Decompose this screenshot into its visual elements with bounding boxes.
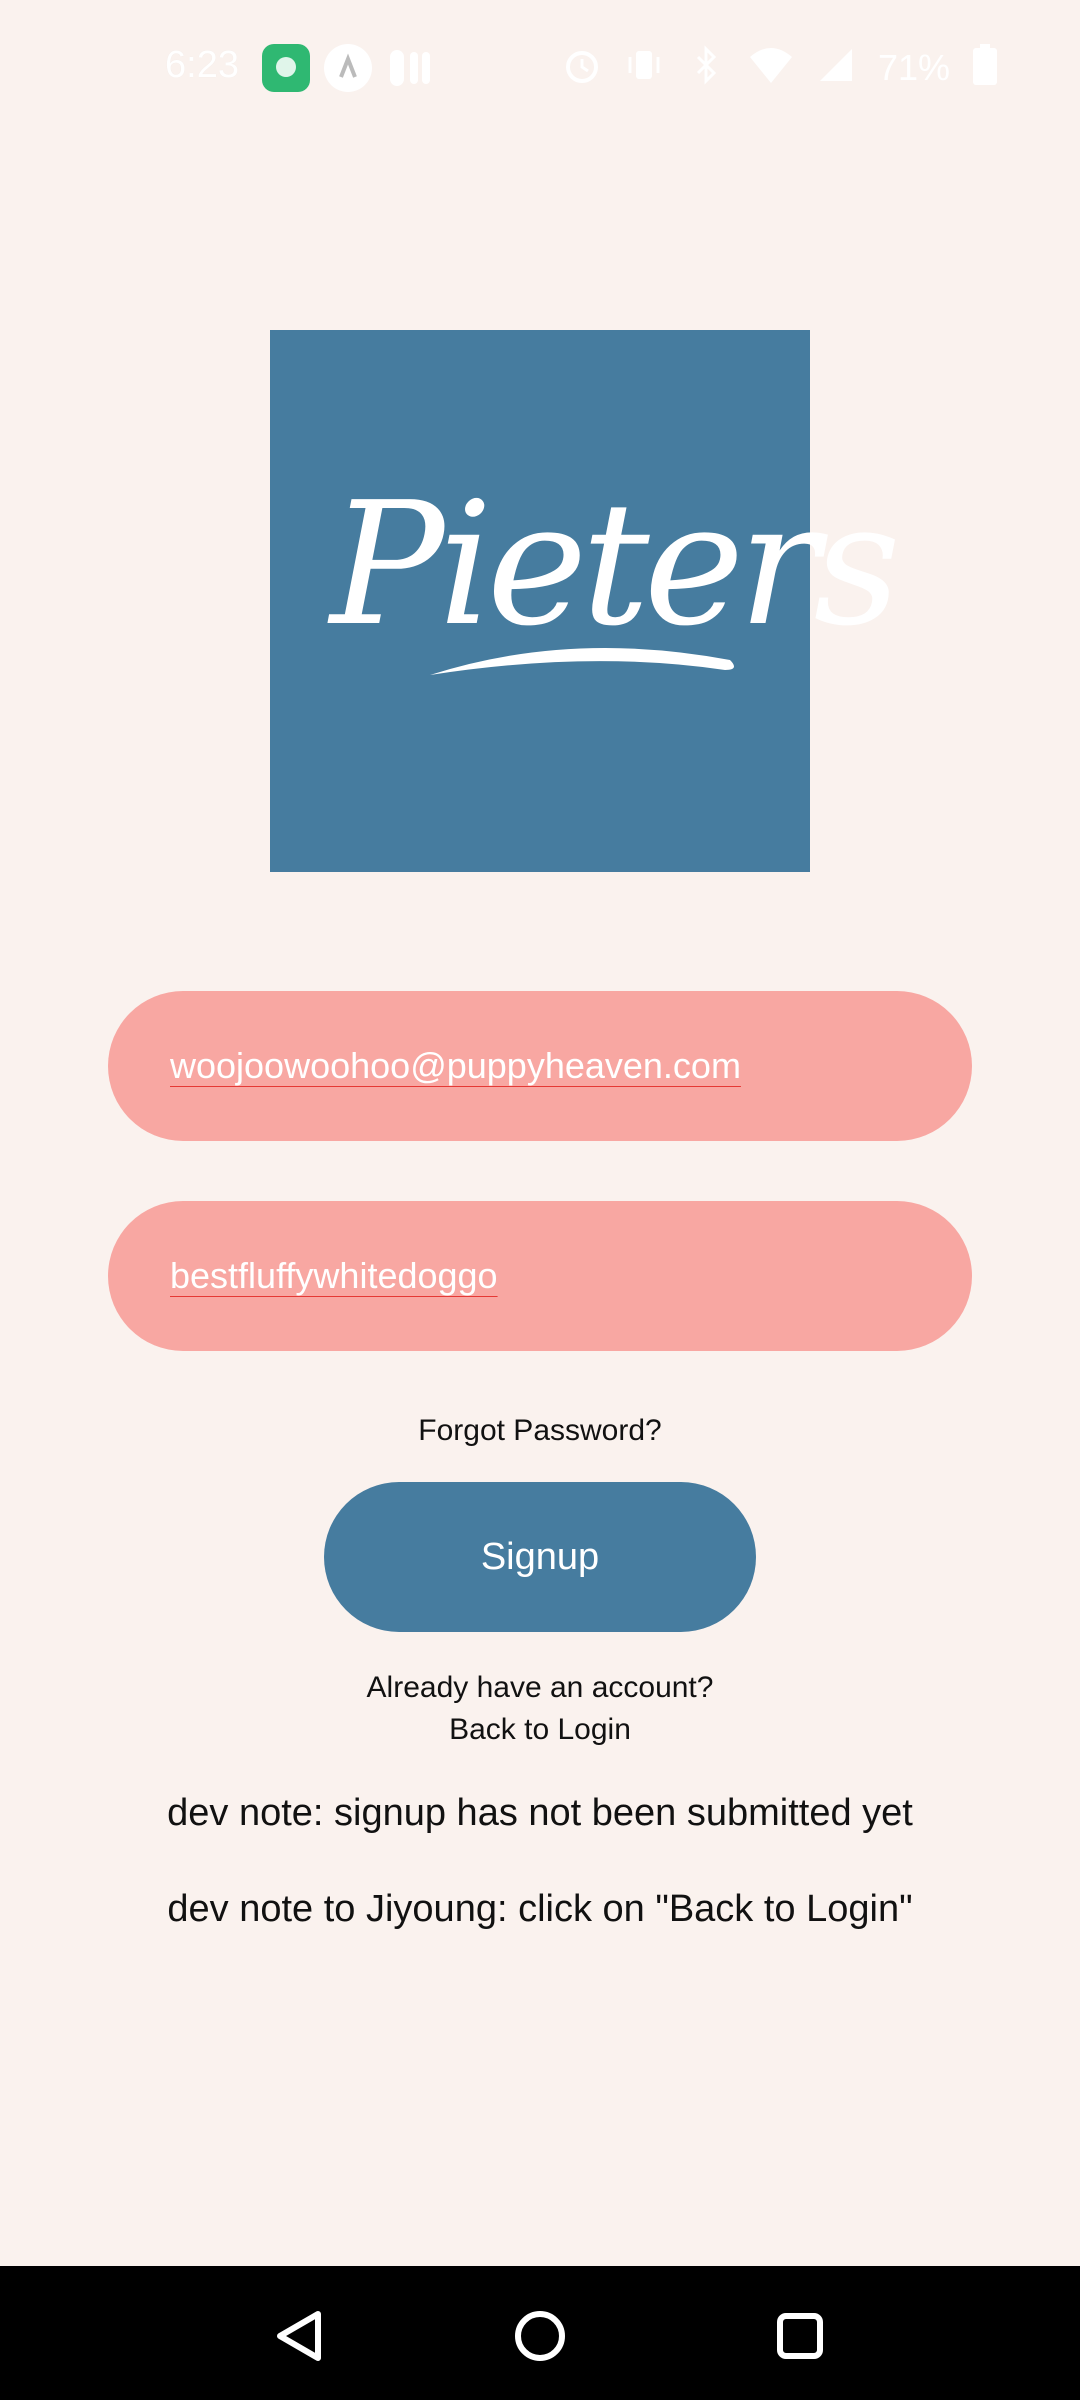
wifi-icon [748, 45, 794, 90]
back-to-login-block[interactable]: Already have an account? Back to Login [0, 1667, 1080, 1751]
dev-note-1: dev note: signup has not been submitted … [167, 1792, 913, 1834]
app-logo: Pieters [270, 330, 901, 872]
already-account-text: Already have an account? [366, 1671, 714, 1704]
alarm-icon [562, 45, 602, 90]
signal-icon [816, 45, 856, 90]
dev-note-2: dev note to Jiyoung: click on "Back to L… [167, 1888, 913, 1930]
signup-screen: 6:23 71% Pieters woojoowoohoo@puppyheave… [0, 0, 1080, 2400]
battery-percent: 71% [877, 46, 950, 88]
app-a-icon [324, 44, 372, 92]
email-input[interactable] [168, 1044, 932, 1088]
password-field[interactable] [108, 1201, 972, 1351]
logo-text: Pieters [330, 466, 901, 664]
battery-icon [972, 44, 998, 91]
home-icon[interactable] [500, 2296, 580, 2376]
password-input[interactable] [168, 1254, 932, 1298]
signup-button[interactable]: Signup [324, 1482, 756, 1632]
back-icon[interactable] [260, 2296, 340, 2376]
bluetooth-icon [686, 45, 726, 90]
back-to-login-link[interactable]: Back to Login [0, 1709, 1080, 1751]
email-field[interactable] [108, 991, 972, 1141]
status-bar: 6:23 71% [0, 0, 1080, 140]
vibrate-icon [624, 45, 664, 90]
notification-icons [262, 44, 434, 92]
recent-apps-icon[interactable] [760, 2296, 840, 2376]
app-pill-icon [386, 44, 434, 92]
status-time: 6:23 [165, 44, 239, 86]
navigation-bar [0, 2266, 1080, 2400]
messages-icon [262, 44, 310, 92]
forgot-password-link[interactable]: Forgot Password? [0, 1414, 1080, 1448]
system-icons: 71% [562, 44, 998, 91]
